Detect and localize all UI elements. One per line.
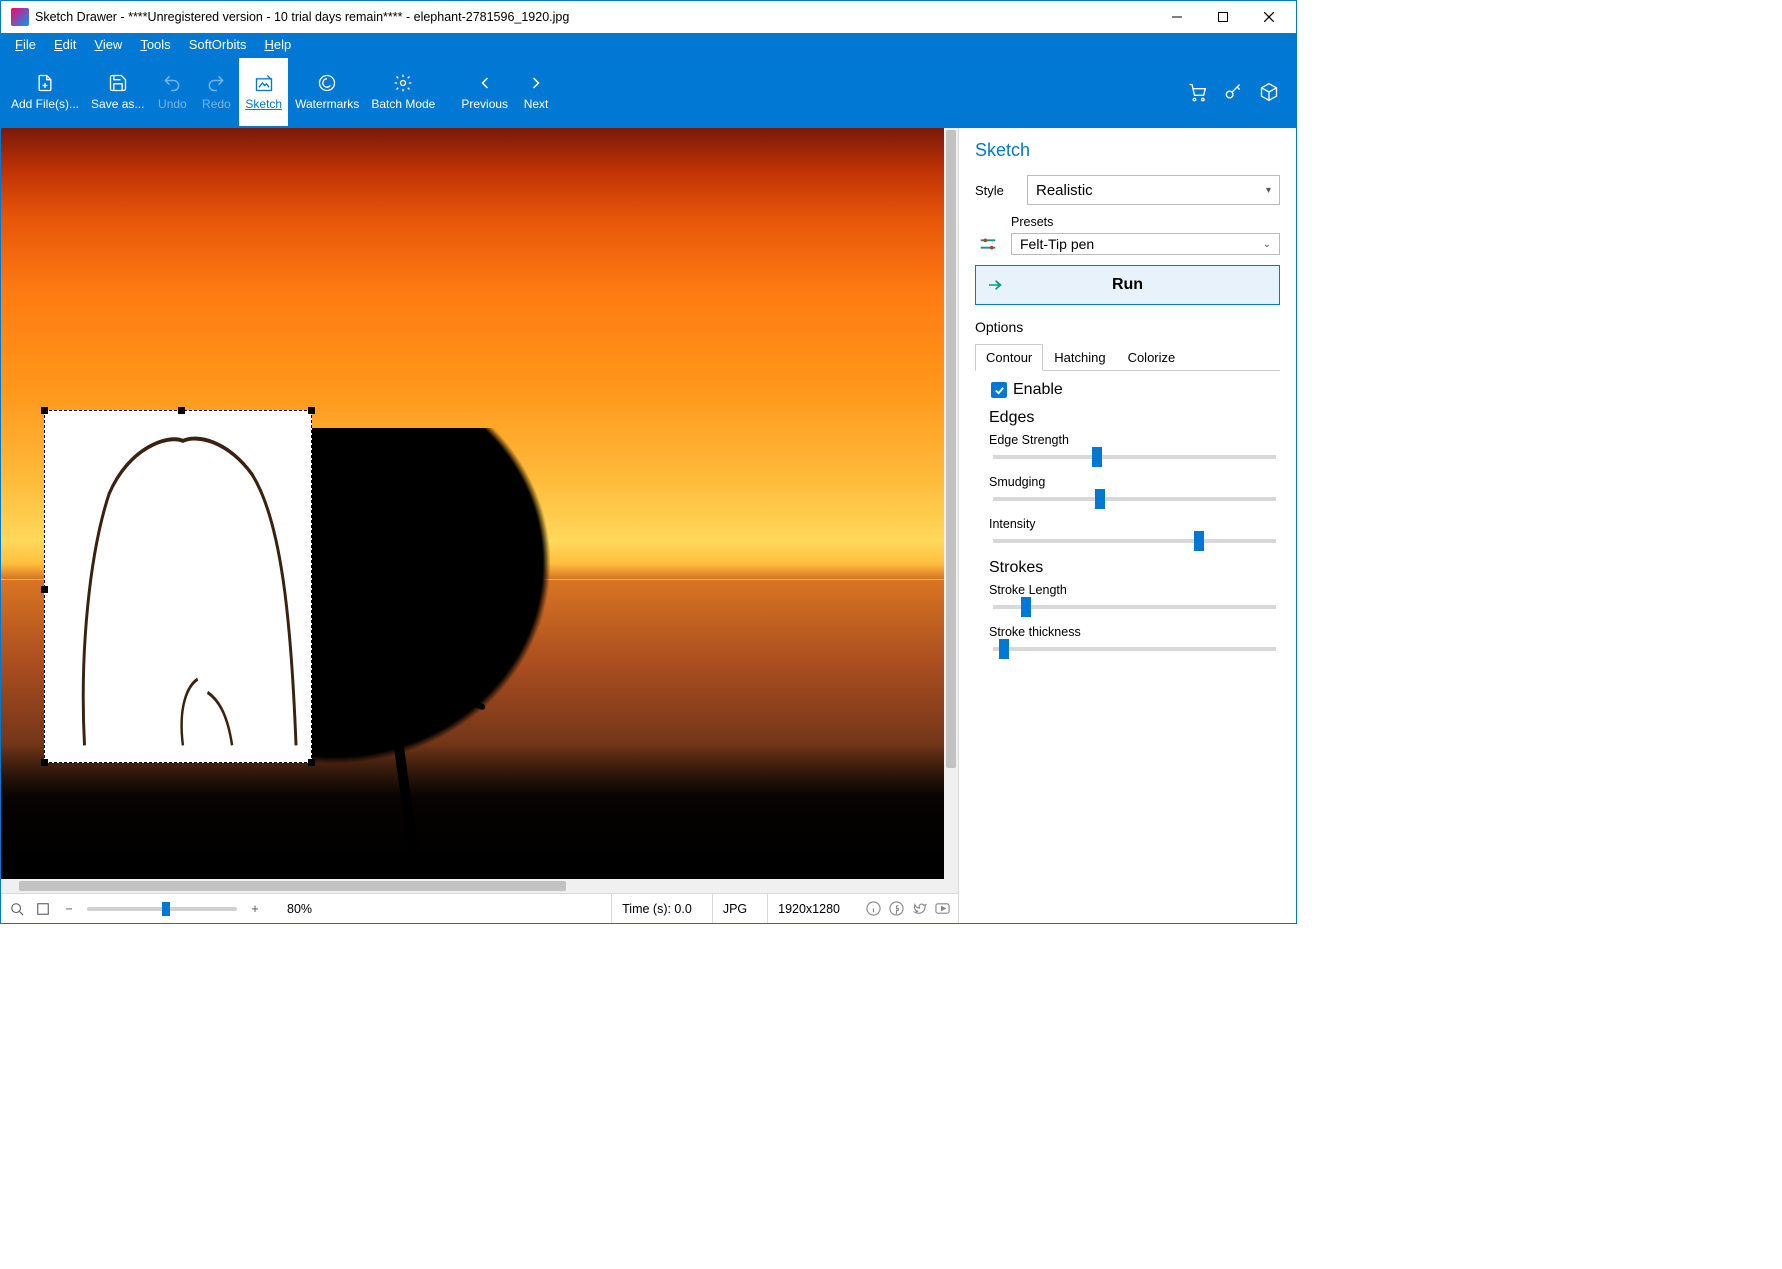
run-button[interactable]: Run (975, 265, 1280, 305)
edge-strength-label: Edge Strength (989, 433, 1280, 447)
twitter-icon[interactable] (912, 901, 927, 916)
menu-view[interactable]: View (86, 36, 130, 53)
minimize-button[interactable] (1154, 1, 1200, 33)
image-canvas[interactable] (1, 128, 958, 879)
status-format: JPG (712, 894, 757, 923)
app-icon (11, 8, 29, 26)
resize-handle[interactable] (178, 407, 185, 414)
youtube-icon[interactable] (935, 901, 950, 916)
intensity-slider[interactable] (993, 539, 1276, 543)
menu-softorbits[interactable]: SoftOrbits (181, 36, 255, 53)
zoom-slider[interactable] (87, 907, 237, 911)
sketch-tab-button[interactable]: Sketch (238, 57, 289, 127)
stroke-length-label: Stroke Length (989, 583, 1280, 597)
facebook-icon[interactable] (889, 901, 904, 916)
watermark-icon (317, 72, 337, 94)
side-panel: Sketch Style Realistic▾ Presets Felt-Tip… (958, 128, 1296, 923)
stroke-thickness-slider[interactable] (993, 647, 1276, 651)
stroke-thickness-label: Stroke thickness (989, 625, 1280, 639)
zoom-actual-icon[interactable] (9, 901, 25, 917)
info-icon[interactable] (866, 901, 881, 916)
previous-button[interactable]: Previous (455, 57, 514, 127)
redo-icon (206, 72, 226, 94)
status-time: Time (s): 0.0 (611, 894, 702, 923)
tab-colorize[interactable]: Colorize (1117, 344, 1187, 371)
menu-tools[interactable]: Tools (132, 36, 178, 53)
package-icon[interactable] (1258, 81, 1280, 103)
menu-file[interactable]: File (7, 36, 44, 53)
sketch-icon (254, 72, 274, 94)
panel-heading: Sketch (975, 140, 1280, 161)
gear-icon (393, 72, 413, 94)
add-files-button[interactable]: Add File(s)... (5, 57, 85, 127)
key-icon[interactable] (1222, 81, 1244, 103)
zoom-percent: 80% (287, 902, 312, 916)
save-as-button[interactable]: Save as... (85, 57, 150, 127)
run-arrow-icon (976, 276, 1014, 294)
edge-strength-slider[interactable] (993, 455, 1276, 459)
resize-handle[interactable] (41, 759, 48, 766)
edges-heading: Edges (989, 409, 1280, 427)
canvas-pane: − + 80% Time (s): 0.0 JPG 1920x1280 (1, 128, 958, 923)
tab-hatching[interactable]: Hatching (1043, 344, 1116, 371)
zoom-out-button[interactable]: − (61, 901, 77, 917)
enable-label: Enable (1013, 381, 1063, 399)
menu-help[interactable]: Help (256, 36, 299, 53)
options-label: Options (975, 319, 1280, 335)
arrow-left-icon (475, 72, 495, 94)
presets-select[interactable]: Felt-Tip pen⌄ (1011, 233, 1280, 255)
menu-bar: File Edit View Tools SoftOrbits Help (1, 33, 1296, 55)
window-title: Sketch Drawer - ****Unregistered version… (35, 10, 1154, 24)
chevron-down-icon: ⌄ (1263, 239, 1271, 250)
stroke-length-slider[interactable] (993, 605, 1276, 609)
resize-handle[interactable] (41, 586, 48, 593)
maximize-button[interactable] (1200, 1, 1246, 33)
selection-box[interactable] (44, 410, 312, 763)
menu-edit[interactable]: Edit (46, 36, 84, 53)
style-select[interactable]: Realistic▾ (1027, 175, 1280, 205)
watermarks-button[interactable]: Watermarks (289, 57, 365, 127)
cart-icon[interactable] (1186, 81, 1208, 103)
save-icon (108, 72, 128, 94)
tab-contour[interactable]: Contour (975, 344, 1043, 371)
enable-checkbox[interactable] (991, 382, 1007, 398)
chevron-down-icon: ▾ (1266, 185, 1271, 196)
status-dimensions: 1920x1280 (767, 894, 850, 923)
next-button[interactable]: Next (514, 57, 558, 127)
sketch-preview (55, 421, 301, 752)
redo-button: Redo (194, 57, 238, 127)
batch-mode-button[interactable]: Batch Mode (365, 57, 441, 127)
horizontal-scrollbar[interactable] (1, 879, 944, 893)
status-bar: − + 80% Time (s): 0.0 JPG 1920x1280 (1, 893, 958, 923)
smudging-label: Smudging (989, 475, 1280, 489)
resize-handle[interactable] (308, 759, 315, 766)
strokes-heading: Strokes (989, 559, 1280, 577)
vertical-scrollbar[interactable] (944, 128, 958, 879)
zoom-fit-icon[interactable] (35, 901, 51, 917)
zoom-in-button[interactable]: + (247, 901, 263, 917)
undo-icon (162, 72, 182, 94)
close-button[interactable] (1246, 1, 1292, 33)
sliders-icon[interactable] (975, 233, 1001, 255)
options-tabs: Contour Hatching Colorize (975, 343, 1280, 371)
add-file-icon (35, 72, 55, 94)
smudging-slider[interactable] (993, 497, 1276, 501)
arrow-right-icon (526, 72, 546, 94)
undo-button: Undo (150, 57, 194, 127)
toolbar: Add File(s)... Save as... Undo Redo Sket… (1, 55, 1296, 128)
presets-label: Presets (1011, 215, 1280, 229)
intensity-label: Intensity (989, 517, 1280, 531)
style-label: Style (975, 183, 1017, 198)
title-bar: Sketch Drawer - ****Unregistered version… (1, 1, 1296, 33)
